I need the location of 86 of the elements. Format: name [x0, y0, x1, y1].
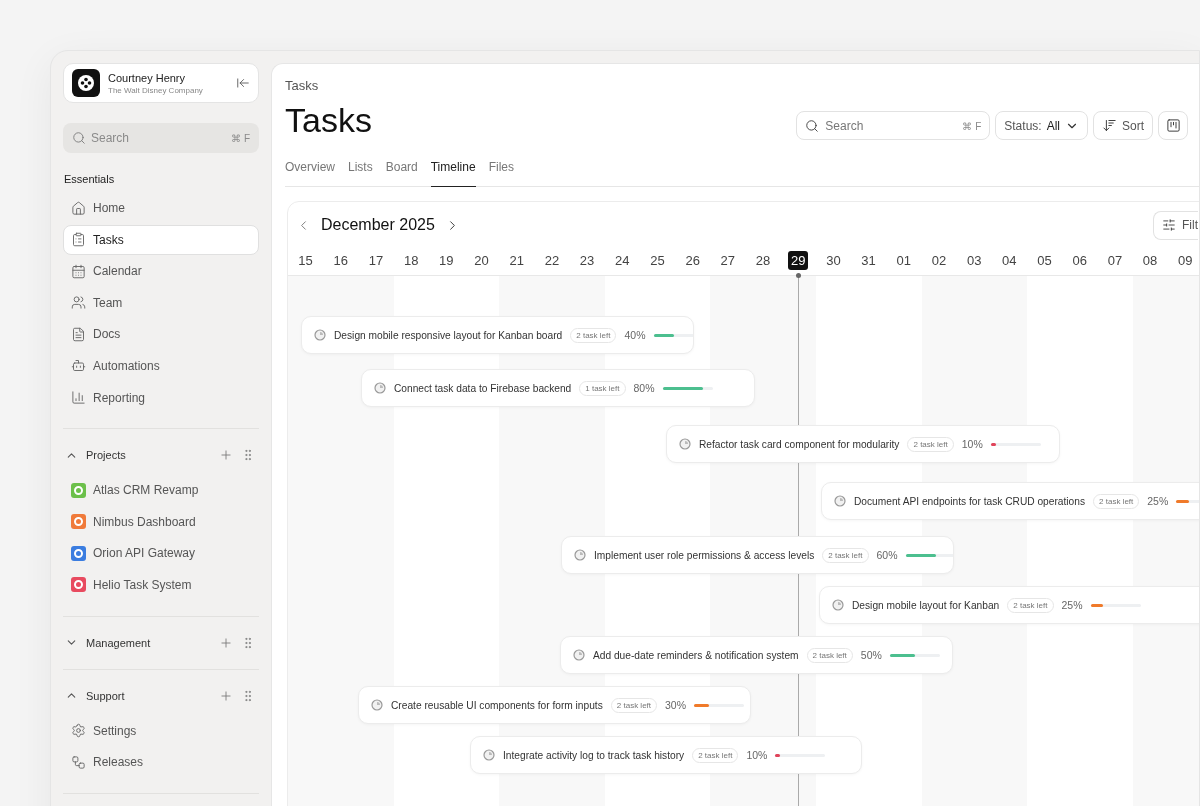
day-label[interactable]: 06 [1069, 251, 1090, 270]
day-label[interactable]: 18 [400, 251, 422, 270]
breadcrumb: Tasks [285, 78, 320, 93]
progress-percent: 10% [961, 438, 983, 450]
progress-percent: 50% [860, 649, 882, 661]
task-bar[interactable]: Integrate activity log to track task history 2 task left 10% [470, 736, 862, 774]
section-title: Management [86, 636, 152, 649]
task-title: Connect task data to Firebase backend [394, 382, 572, 394]
task-bar[interactable]: Design mobile responsive layout for Kanban board 2 task left 40% [301, 316, 694, 354]
company-name: The Walt Disney Company [108, 85, 204, 95]
sidebar-item[interactable]: Team [63, 287, 259, 318]
progress-percent: 60% [876, 549, 898, 561]
progress-percent: 25% [1147, 495, 1169, 507]
task-title: Integrate activity log to track task history [503, 749, 685, 761]
sidebar-item[interactable]: Reporting [63, 382, 259, 413]
shortcut-hint: ⌘ F [962, 120, 982, 131]
page-title: Tasks [285, 101, 373, 140]
progress-percent: 30% [665, 699, 687, 711]
day-label[interactable]: 28 [752, 251, 774, 270]
progress-percent: 80% [633, 382, 655, 394]
sidebar-item[interactable]: Releases [63, 747, 259, 778]
task-bar[interactable]: Add due-date reminders & notification system 2 task left 50% [560, 636, 953, 674]
progress-percent: 40% [624, 329, 646, 341]
task-title: Implement user role permissions & access levels [594, 549, 815, 561]
sidebar-item[interactable]: Calendar [63, 256, 259, 287]
tab[interactable]: Lists [348, 160, 373, 187]
filter-button[interactable]: Filt [1153, 210, 1198, 240]
section-title: Projects [86, 449, 127, 462]
day-label[interactable]: 31 [858, 251, 879, 270]
month-label: December 2025 [321, 216, 435, 234]
day-label[interactable]: 24 [612, 251, 633, 270]
progress-percent: 10% [746, 749, 768, 761]
day-label[interactable]: 19 [436, 251, 457, 270]
day-label[interactable]: 02 [928, 251, 950, 270]
sidebar-item[interactable]: Automations [63, 350, 259, 381]
task-title: Refactor task card component for modularity [699, 438, 900, 450]
sidebar-item[interactable]: Tasks [63, 224, 259, 255]
sidebar-item[interactable]: Settings [63, 715, 259, 746]
day-label[interactable]: 23 [576, 251, 598, 270]
day-label[interactable]: 01 [893, 251, 914, 270]
progress-percent: 25% [1061, 599, 1083, 611]
sidebar-item[interactable]: Docs [63, 319, 259, 350]
task-bar[interactable]: Document API endpoints for task CRUD operations 2 task left 25% [821, 482, 1199, 520]
day-label[interactable]: 22 [541, 251, 563, 270]
sort-button[interactable]: Sort [1093, 111, 1153, 140]
day-label[interactable]: 29 [788, 251, 809, 270]
task-title: Design mobile responsive layout for Kanban board [334, 329, 563, 341]
user-name: Courtney Henry [108, 71, 187, 84]
task-bar[interactable]: Connect task data to Firebase backend 1 task left 80% [361, 369, 755, 407]
section-title: Essentials [64, 173, 116, 185]
tab[interactable]: Overview [285, 160, 335, 187]
sidebar-item[interactable]: Orion API Gateway [63, 538, 259, 569]
status-dropdown[interactable]: Status: All [995, 111, 1088, 140]
tab[interactable]: Board [385, 160, 418, 187]
task-bar[interactable]: Create reusable UI components for form inputs 2 task left 30% [358, 686, 751, 724]
day-label[interactable]: 27 [717, 251, 739, 270]
day-label[interactable]: 16 [330, 251, 351, 270]
task-title: Create reusable UI components for form inputs [391, 699, 603, 711]
task-title: Design mobile layout for Kanban [852, 599, 1000, 611]
task-bar[interactable]: Design mobile layout for Kanban 2 task left 25% [819, 586, 1199, 624]
day-label[interactable]: 09 [1175, 251, 1196, 270]
day-label[interactable]: 17 [365, 251, 387, 270]
day-label[interactable]: 08 [1139, 251, 1161, 270]
profile-card[interactable]: Courtney Henry The Walt Disney Company [63, 63, 259, 103]
day-label[interactable]: 05 [1034, 251, 1055, 270]
day-label[interactable]: 04 [999, 251, 1020, 270]
sidebar-item[interactable]: Helio Task System [63, 569, 259, 600]
sidebar-item[interactable]: Atlas CRM Revamp [63, 475, 259, 506]
shortcut-hint: ⌘ F [231, 132, 250, 144]
task-bar[interactable]: Implement user role permissions & access levels 2 task left 60% [561, 536, 954, 574]
tab[interactable]: Files [488, 160, 514, 187]
task-title: Document API endpoints for task CRUD operations [854, 495, 1086, 507]
day-label[interactable]: 07 [1104, 251, 1126, 270]
day-label[interactable]: 03 [963, 251, 985, 270]
task-bar[interactable]: Refactor task card component for modularity 2 task left 10% [666, 425, 1060, 463]
day-label[interactable]: 26 [682, 251, 703, 270]
day-label[interactable]: 21 [506, 251, 527, 270]
day-label[interactable]: 25 [647, 251, 668, 270]
day-label[interactable]: 15 [295, 251, 316, 270]
day-label[interactable]: 30 [823, 251, 844, 270]
tab[interactable]: Timeline [430, 160, 476, 187]
sidebar-item[interactable]: Home [63, 193, 259, 223]
task-title: Add due-date reminders & notification system [593, 649, 799, 661]
day-label[interactable]: 20 [471, 251, 492, 270]
sidebar-item[interactable]: Nimbus Dashboard [63, 506, 259, 537]
section-title: Support [86, 689, 126, 702]
